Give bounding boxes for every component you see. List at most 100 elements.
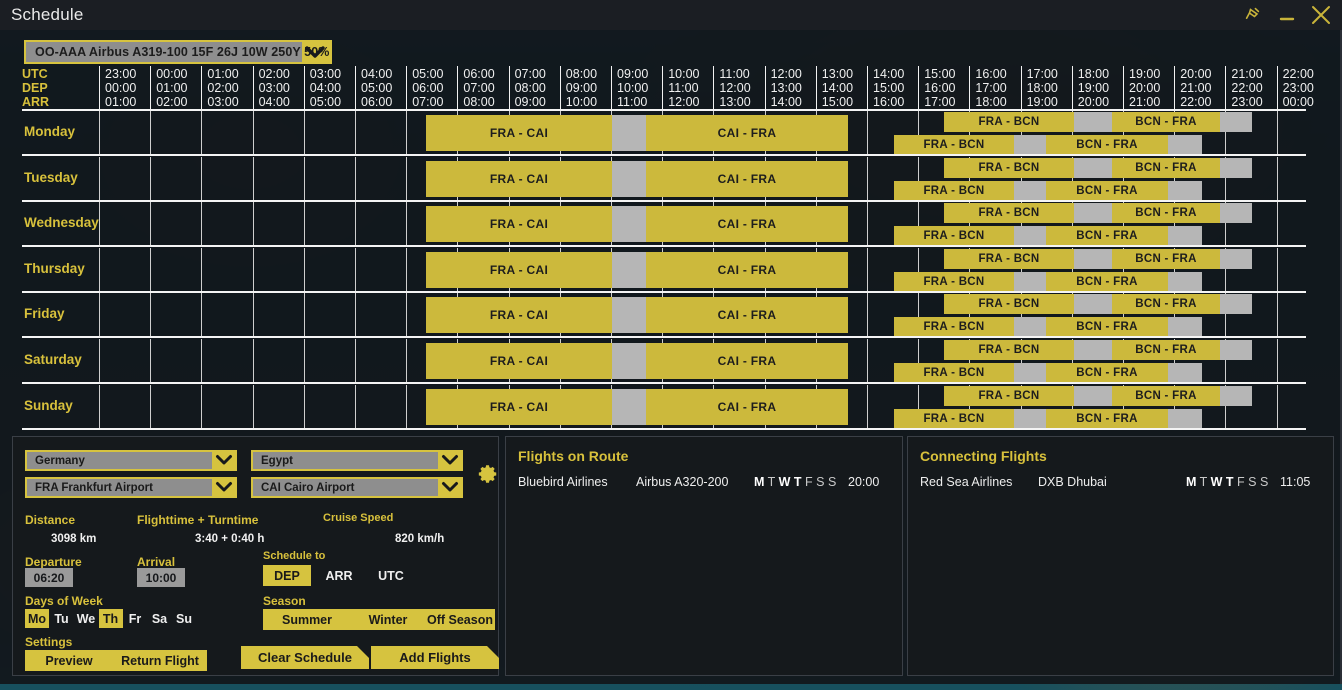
timeline-cell[interactable] [1277,157,1328,201]
timeline-cell[interactable] [99,157,150,201]
timeline-cell[interactable] [150,202,201,246]
flight-bar[interactable]: FRA - BCN [944,112,1112,132]
day-toggle-su[interactable]: Su [172,609,196,628]
minimize-icon[interactable] [1274,2,1300,28]
timeline-cell[interactable] [201,157,252,201]
timeline-cell[interactable] [99,111,150,155]
timeline-cell[interactable] [253,248,304,292]
timeline-cell[interactable] [253,202,304,246]
aircraft-selector[interactable]: OO-AAA Airbus A319-100 15F 26J 10W 250Y … [24,40,332,64]
flight-bar[interactable]: CAI - FRA [646,161,848,197]
day-toggle-we[interactable]: We [74,609,98,628]
flight-bar[interactable]: FRA - CAI [426,115,646,151]
timeline-cell[interactable] [253,339,304,383]
flight-bar[interactable]: FRA - BCN [894,181,1046,201]
flight-bar[interactable]: BCN - FRA [1112,386,1252,406]
table-row[interactable]: ThursdayFRA - CAICAI - FRAFRA - BCNBCN -… [22,248,1306,292]
timeline-cell[interactable] [201,339,252,383]
table-row[interactable]: MondayFRA - CAICAI - FRAFRA - BCNBCN - F… [22,111,1306,155]
origin-country-select[interactable]: Germany [25,450,237,471]
timeline-cell[interactable] [201,385,252,429]
flight-bar[interactable]: FRA - BCN [894,363,1046,383]
flight-bar[interactable]: FRA - BCN [944,249,1112,269]
timeline-cell[interactable] [304,339,355,383]
timeline-cell[interactable] [1277,111,1328,155]
timeline-cell[interactable] [99,339,150,383]
flight-bar[interactable]: CAI - FRA [646,297,848,333]
flight-bar[interactable]: CAI - FRA [646,252,848,288]
day-toggle-tu[interactable]: Tu [50,609,74,628]
timeline-cell[interactable] [355,385,406,429]
timeline-cell[interactable] [150,339,201,383]
flight-bar[interactable]: FRA - BCN [894,226,1046,246]
flight-bar[interactable]: FRA - BCN [894,135,1046,155]
season-option-winter[interactable]: Winter [351,609,425,630]
flight-bar[interactable]: CAI - FRA [646,206,848,242]
schedule-to-option-dep[interactable]: DEP [263,565,311,586]
flight-bar[interactable]: CAI - FRA [646,389,848,425]
flight-bar[interactable]: BCN - FRA [1046,135,1202,155]
day-toggle-fr[interactable]: Fr [123,609,147,628]
timeline-cell[interactable] [150,293,201,337]
return-flight-button[interactable]: Return Flight [113,650,207,671]
destination-airport-select[interactable]: CAI Cairo Airport [251,477,463,498]
flight-bar[interactable]: FRA - BCN [944,340,1112,360]
table-row[interactable]: WednesdayFRA - CAICAI - FRAFRA - BCNBCN … [22,202,1306,246]
timeline-cell[interactable] [355,202,406,246]
flight-bar[interactable]: FRA - BCN [944,158,1112,178]
timeline-cell[interactable] [253,157,304,201]
preview-button[interactable]: Preview [25,650,113,671]
flight-bar[interactable]: BCN - FRA [1046,409,1202,429]
timeline-cell[interactable] [355,248,406,292]
timeline-cell[interactable] [1277,339,1328,383]
timeline-cell[interactable] [253,293,304,337]
flight-bar[interactable]: FRA - BCN [944,294,1112,314]
timeline-cell[interactable] [1277,248,1328,292]
table-row[interactable]: FridayFRA - CAICAI - FRAFRA - BCNBCN - F… [22,293,1306,337]
flight-bar[interactable]: CAI - FRA [646,343,848,379]
timeline-cell[interactable] [150,248,201,292]
flight-bar[interactable]: BCN - FRA [1112,249,1252,269]
timeline-cell[interactable] [304,157,355,201]
origin-airport-select[interactable]: FRA Frankfurt Airport [25,477,237,498]
flight-bar[interactable]: BCN - FRA [1112,203,1252,223]
timeline-cell[interactable] [253,385,304,429]
timeline-cell[interactable] [355,339,406,383]
flight-bar[interactable]: BCN - FRA [1112,158,1252,178]
season-option-off-season[interactable]: Off Season [425,609,495,630]
timeline-cell[interactable] [355,293,406,337]
timeline-cell[interactable] [304,385,355,429]
flight-bar[interactable]: BCN - FRA [1046,226,1202,246]
flight-bar[interactable]: BCN - FRA [1046,363,1202,383]
add-flights-button[interactable]: Add Flights [371,646,499,669]
flight-bar[interactable]: FRA - BCN [944,203,1112,223]
table-row[interactable]: SaturdayFRA - CAICAI - FRAFRA - BCNBCN -… [22,339,1306,383]
timeline-cell[interactable] [1277,385,1328,429]
flight-bar[interactable]: BCN - FRA [1112,294,1252,314]
flight-bar[interactable]: FRA - BCN [894,317,1046,337]
flight-bar[interactable]: FRA - BCN [894,409,1046,429]
destination-country-select[interactable]: Egypt [251,450,463,471]
timeline-cell[interactable] [99,202,150,246]
flight-bar[interactable]: FRA - CAI [426,389,646,425]
gear-icon[interactable] [477,463,499,490]
flight-bar[interactable]: CAI - FRA [646,115,848,151]
timeline-cell[interactable] [355,157,406,201]
timeline-cell[interactable] [99,385,150,429]
timeline-cell[interactable] [150,111,201,155]
flight-bar[interactable]: BCN - FRA [1112,340,1252,360]
departure-time-field[interactable]: 06:20 [25,568,73,587]
flight-bar[interactable]: FRA - CAI [426,297,646,333]
schedule-to-option-utc[interactable]: UTC [367,565,415,586]
flight-bar[interactable]: FRA - BCN [894,272,1046,292]
timeline-cell[interactable] [201,293,252,337]
timeline-cell[interactable] [201,111,252,155]
flight-bar[interactable]: BCN - FRA [1046,272,1202,292]
close-icon[interactable] [1308,2,1334,28]
arrival-time-field[interactable]: 10:00 [137,568,185,587]
day-toggle-mo[interactable]: Mo [25,609,49,628]
timeline-cell[interactable] [99,293,150,337]
timeline-cell[interactable] [253,111,304,155]
timeline-cell[interactable] [150,157,201,201]
day-toggle-th[interactable]: Th [99,609,123,628]
